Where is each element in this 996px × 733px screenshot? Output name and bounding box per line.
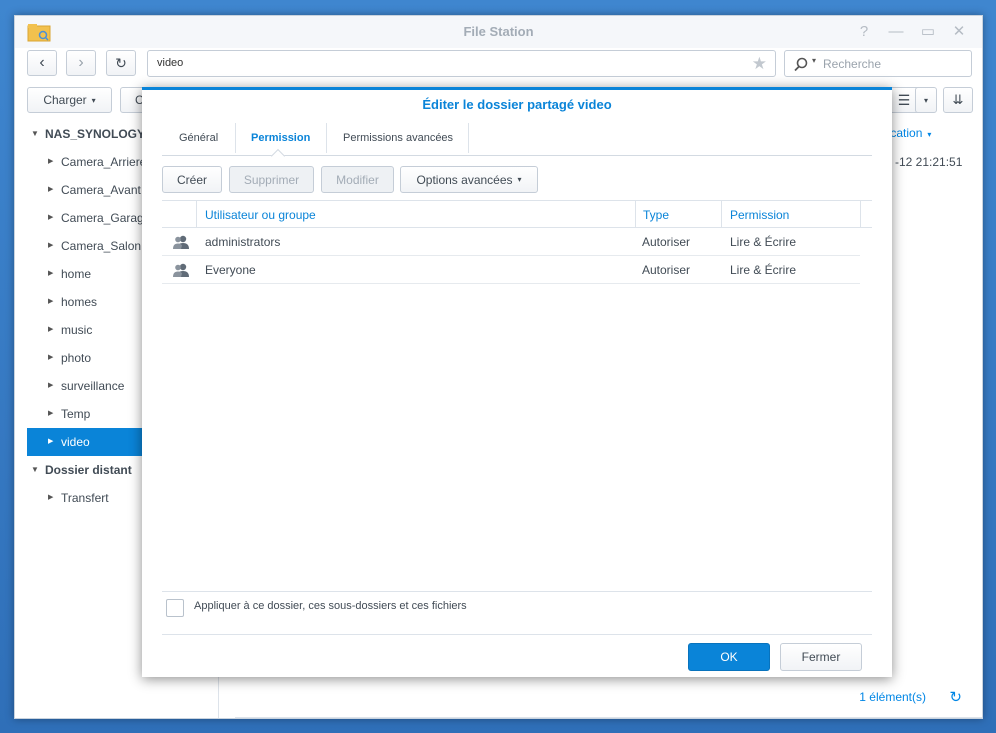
permission-type: Autoriser — [642, 235, 691, 249]
modify-button[interactable]: Modifier — [321, 166, 394, 193]
caret-down-icon: ▾ — [91, 95, 96, 105]
collapse-arrow-icon[interactable]: ▶ — [48, 400, 53, 428]
table-row[interactable]: Everyone Autoriser Lire & Écrire — [162, 256, 860, 284]
path-value: video — [157, 57, 184, 69]
tree-item-label: homes — [61, 295, 98, 309]
tree-item-label: Transfert — [61, 491, 109, 505]
status-bar: 1 élément(s) ↻ — [235, 682, 982, 718]
tree-item-label: Camera_Salon — [61, 239, 142, 253]
window-title: File Station — [463, 24, 534, 39]
close-window-icon[interactable]: ✕ — [949, 22, 969, 42]
delete-button[interactable]: Supprimer — [229, 166, 314, 193]
list-view-icon: ☰ — [897, 91, 911, 108]
collapse-arrow-icon[interactable]: ▶ — [48, 288, 53, 316]
tab-advanced-permissions[interactable]: Permissions avancées — [343, 123, 453, 153]
ok-button[interactable]: OK — [688, 643, 770, 671]
collapse-arrow-icon[interactable]: ▶ — [48, 176, 53, 204]
tab-general[interactable]: Général — [179, 123, 218, 153]
table-row[interactable]: administrators Autoriser Lire & Écrire — [162, 228, 860, 256]
tree-item-label: Camera_Garage — [61, 211, 151, 225]
dialog-tabs: Général Permission Permissions avancées — [162, 120, 872, 156]
collapse-arrow-icon[interactable]: ▶ — [48, 428, 53, 456]
column-divider — [860, 201, 861, 228]
group-icon — [173, 263, 189, 277]
maximize-icon[interactable]: ▭ — [918, 22, 938, 42]
column-divider — [635, 201, 636, 228]
refresh-icon[interactable]: ↻ — [949, 688, 962, 706]
back-button[interactable]: ‹ — [27, 50, 57, 76]
tree-root-label: Dossier distant — [45, 463, 132, 477]
path-input[interactable]: video ★ — [147, 50, 776, 77]
expand-arrow-icon[interactable]: ▼ — [31, 120, 39, 148]
user-name: Everyone — [205, 263, 256, 277]
permission-value: Lire & Écrire — [730, 235, 797, 249]
tree-root-label: NAS_SYNOLOGY — [45, 127, 146, 141]
tree-item-label: surveillance — [61, 379, 125, 393]
title-bar[interactable]: File Station ? — ▭ ✕ — [15, 16, 982, 48]
tree-item-label: music — [61, 323, 93, 337]
tree-item-label: Camera_Arriere — [61, 155, 147, 169]
chevron-left-icon: ‹ — [39, 54, 45, 71]
sort-icon: ⇊ — [952, 92, 964, 107]
tab-divider — [235, 123, 236, 153]
tree-item-label: video — [61, 435, 90, 449]
collapse-arrow-icon[interactable]: ▶ — [48, 344, 53, 372]
column-header-permission[interactable]: Permission — [730, 208, 789, 222]
collapse-arrow-icon[interactable]: ▶ — [48, 316, 53, 344]
help-icon[interactable]: ? — [854, 22, 874, 42]
chevron-right-icon: › — [78, 54, 84, 71]
group-icon — [173, 235, 189, 249]
view-dropdown-button[interactable]: ▾ — [915, 87, 937, 113]
upload-button[interactable]: Charger ▾ — [27, 87, 112, 113]
permission-grid: Utilisateur ou groupe Type Permission ad… — [162, 200, 872, 284]
tree-item-label: home — [61, 267, 92, 281]
search-icon — [794, 57, 808, 72]
tree-item-label: Camera_Avant — [61, 183, 141, 197]
refresh-button[interactable]: ↻ — [106, 50, 136, 76]
permission-type: Autoriser — [642, 263, 691, 277]
advanced-options-label: Options avancées — [416, 172, 513, 187]
star-icon[interactable]: ★ — [752, 51, 767, 76]
upload-label: Charger — [43, 93, 87, 107]
sort-button[interactable]: ⇊ — [943, 87, 973, 113]
collapse-arrow-icon[interactable]: ▶ — [48, 204, 53, 232]
collapse-arrow-icon[interactable]: ▶ — [48, 484, 53, 512]
apply-recursive-checkbox[interactable] — [166, 599, 184, 617]
close-button[interactable]: Fermer — [780, 643, 862, 671]
dialog-title: Éditer le dossier partagé video — [422, 97, 612, 112]
forward-button[interactable]: › — [66, 50, 96, 76]
caret-down-icon: ▾ — [923, 95, 928, 105]
tab-divider — [326, 123, 327, 153]
column-header-type[interactable]: Type — [643, 208, 669, 222]
apply-recursive-label[interactable]: Appliquer à ce dossier, ces sous-dossier… — [194, 600, 467, 612]
column-header-user[interactable]: Utilisateur ou groupe — [205, 208, 316, 222]
tab-divider — [468, 123, 469, 153]
edit-shared-folder-dialog: Éditer le dossier partagé video Général … — [142, 87, 892, 677]
item-count: 1 élément(s) — [859, 690, 926, 704]
apply-option-row: Appliquer à ce dossier, ces sous-dossier… — [162, 591, 872, 635]
search-input[interactable]: ▾ Recherche — [784, 50, 972, 77]
refresh-icon: ↻ — [115, 54, 127, 71]
column-divider — [196, 201, 197, 228]
expand-arrow-icon[interactable]: ▼ — [31, 456, 39, 484]
collapse-arrow-icon[interactable]: ▶ — [48, 148, 53, 176]
file-modified-date: -12 21:21:51 — [895, 155, 963, 169]
collapse-arrow-icon[interactable]: ▶ — [48, 260, 53, 288]
caret-down-icon: ▾ — [517, 175, 522, 184]
user-name: administrators — [205, 235, 281, 249]
search-dropdown-icon[interactable]: ▾ — [812, 56, 816, 65]
collapse-arrow-icon[interactable]: ▶ — [48, 232, 53, 260]
tab-permission[interactable]: Permission — [251, 123, 310, 153]
permission-value: Lire & Écrire — [730, 263, 797, 277]
advanced-options-button[interactable]: Options avancées ▾ — [400, 166, 538, 193]
caret-down-icon: ▾ — [927, 130, 932, 139]
search-placeholder: Recherche — [823, 57, 882, 71]
create-button[interactable]: Créer — [162, 166, 222, 193]
collapse-arrow-icon[interactable]: ▶ — [48, 372, 53, 400]
grid-header: Utilisateur ou groupe Type Permission — [162, 200, 872, 228]
column-divider — [721, 201, 722, 228]
tree-item-label: photo — [61, 351, 92, 365]
minimize-icon[interactable]: — — [886, 22, 906, 42]
tree-item-label: Temp — [61, 407, 91, 421]
